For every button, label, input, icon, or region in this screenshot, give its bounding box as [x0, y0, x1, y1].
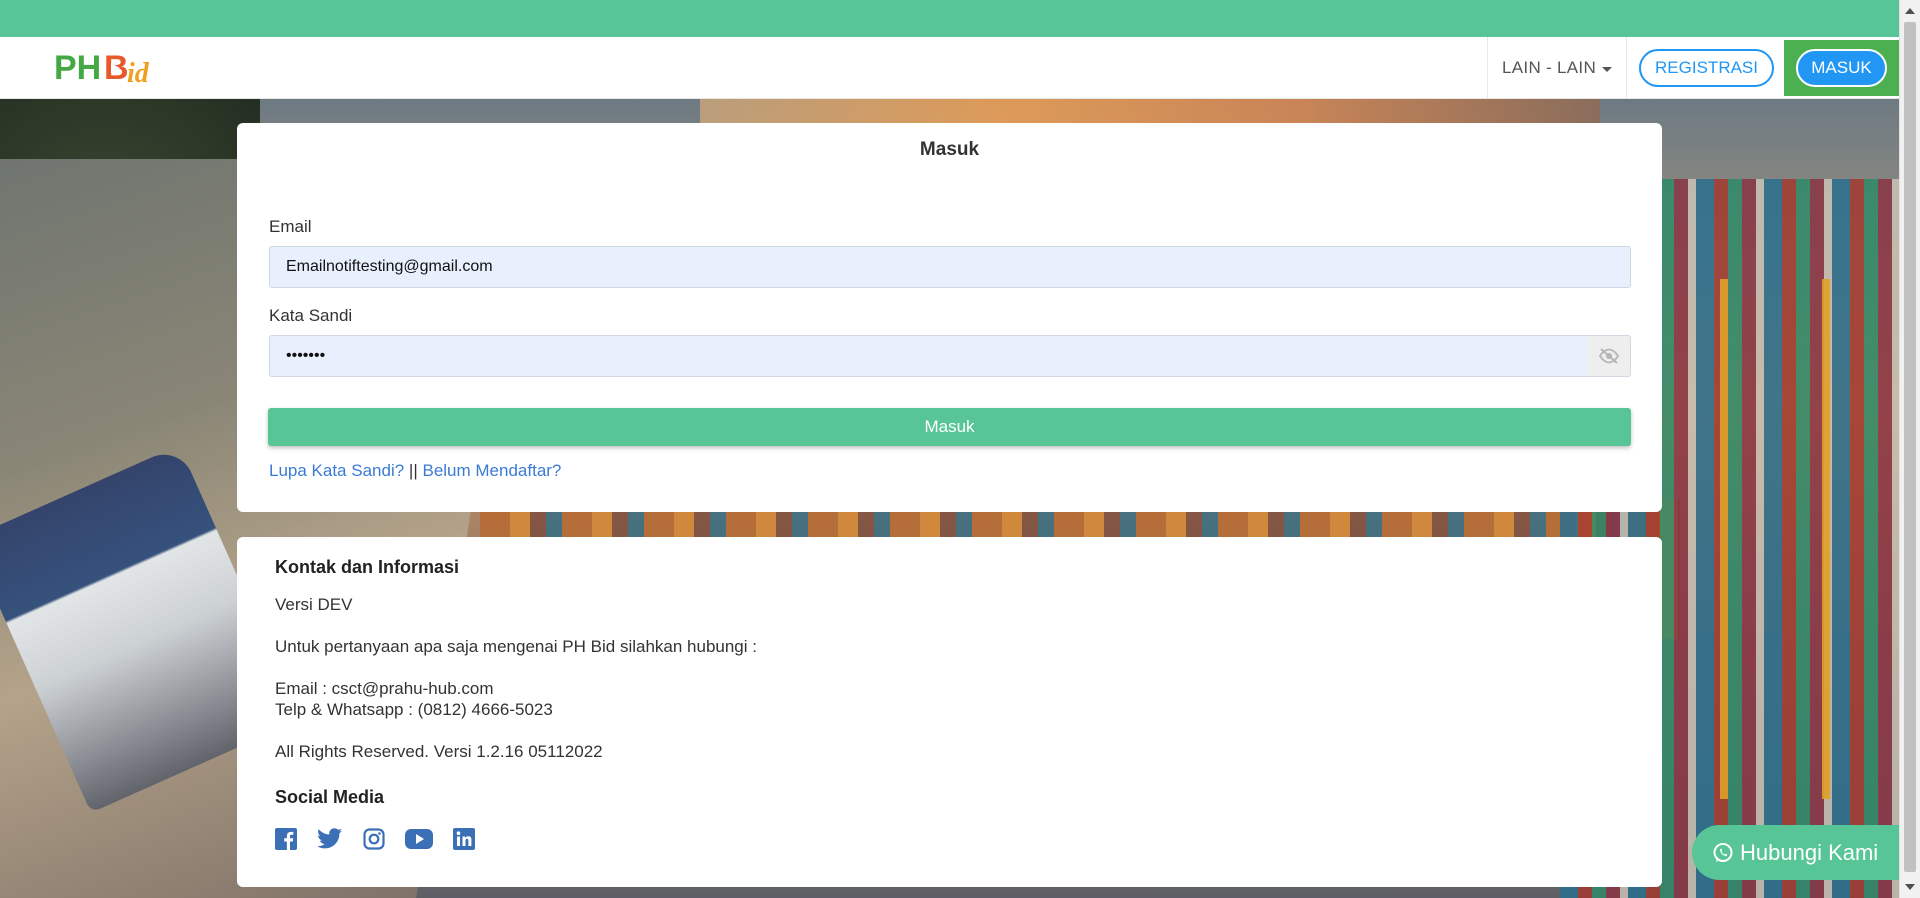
brand-logo[interactable]: PH B id	[54, 47, 162, 87]
nav-dropdown-lain-lain[interactable]: LAIN - LAIN	[1487, 37, 1628, 99]
rights-text: All Rights Reserved. Versi 1.2.16 051120…	[275, 742, 603, 761]
register-button[interactable]: REGISTRASI	[1639, 49, 1774, 87]
contact-email: Email : csct@prahu-hub.com	[275, 679, 494, 698]
login-card: Masuk Email Emailnotiftesting@gmail.com …	[237, 123, 1662, 512]
phbid-logo-icon: PH B id	[54, 49, 150, 87]
submit-login-button[interactable]: Masuk	[268, 408, 1631, 446]
social-links	[275, 828, 1624, 850]
email-label: Email	[269, 217, 312, 236]
login-button-container: MASUK	[1784, 40, 1899, 96]
contact-phone: Telp & Whatsapp : (0812) 4666-5023	[275, 700, 553, 719]
svg-text:id: id	[127, 58, 150, 87]
contact-info-card: Kontak dan Informasi Versi DEV Untuk per…	[237, 537, 1662, 887]
twitter-icon[interactable]	[317, 828, 343, 850]
youtube-icon[interactable]	[405, 829, 433, 849]
nav-dropdown-label: LAIN - LAIN	[1502, 58, 1597, 77]
whatsapp-label: Hubungi Kami	[1740, 839, 1879, 865]
auth-links: Lupa Kata Sandi? || Belum Mendaftar?	[269, 461, 561, 481]
svg-text:PH: PH	[54, 49, 101, 87]
caret-down-icon	[1602, 66, 1613, 72]
navbar: PH B id LAIN - LAIN REGISTRASI MASUK	[0, 37, 1899, 99]
login-button[interactable]: MASUK	[1796, 49, 1887, 87]
linkedin-icon[interactable]	[453, 828, 475, 850]
password-label: Kata Sandi	[269, 306, 353, 325]
contact-intro: Untuk pertanyaan apa saja mengenai PH Bi…	[275, 637, 757, 656]
email-field[interactable]: Emailnotiftesting@gmail.com	[269, 246, 1631, 288]
password-field[interactable]: •••••••	[269, 335, 1591, 377]
contact-heading: Kontak dan Informasi	[275, 557, 460, 577]
facebook-icon[interactable]	[275, 828, 297, 850]
scroll-down-arrow-icon[interactable]	[1905, 884, 1915, 890]
login-title: Masuk	[919, 139, 980, 160]
social-heading: Social Media	[275, 787, 385, 807]
page-scrollbar[interactable]	[1899, 0, 1920, 898]
top-accent-bar	[0, 0, 1899, 37]
scroll-thumb[interactable]	[1904, 22, 1916, 872]
toggle-password-visibility[interactable]	[1587, 335, 1631, 377]
eye-slash-icon	[1598, 348, 1619, 364]
whatsapp-icon	[1713, 842, 1733, 862]
version-note: Versi DEV	[275, 595, 353, 614]
scroll-up-arrow-icon[interactable]	[1905, 8, 1915, 14]
links-separator: ||	[408, 461, 418, 480]
whatsapp-contact-button[interactable]: Hubungi Kami	[1692, 825, 1899, 880]
forgot-password-link[interactable]: Lupa Kata Sandi?	[269, 461, 404, 480]
instagram-icon[interactable]	[363, 828, 385, 850]
register-link[interactable]: Belum Mendaftar?	[422, 461, 561, 480]
